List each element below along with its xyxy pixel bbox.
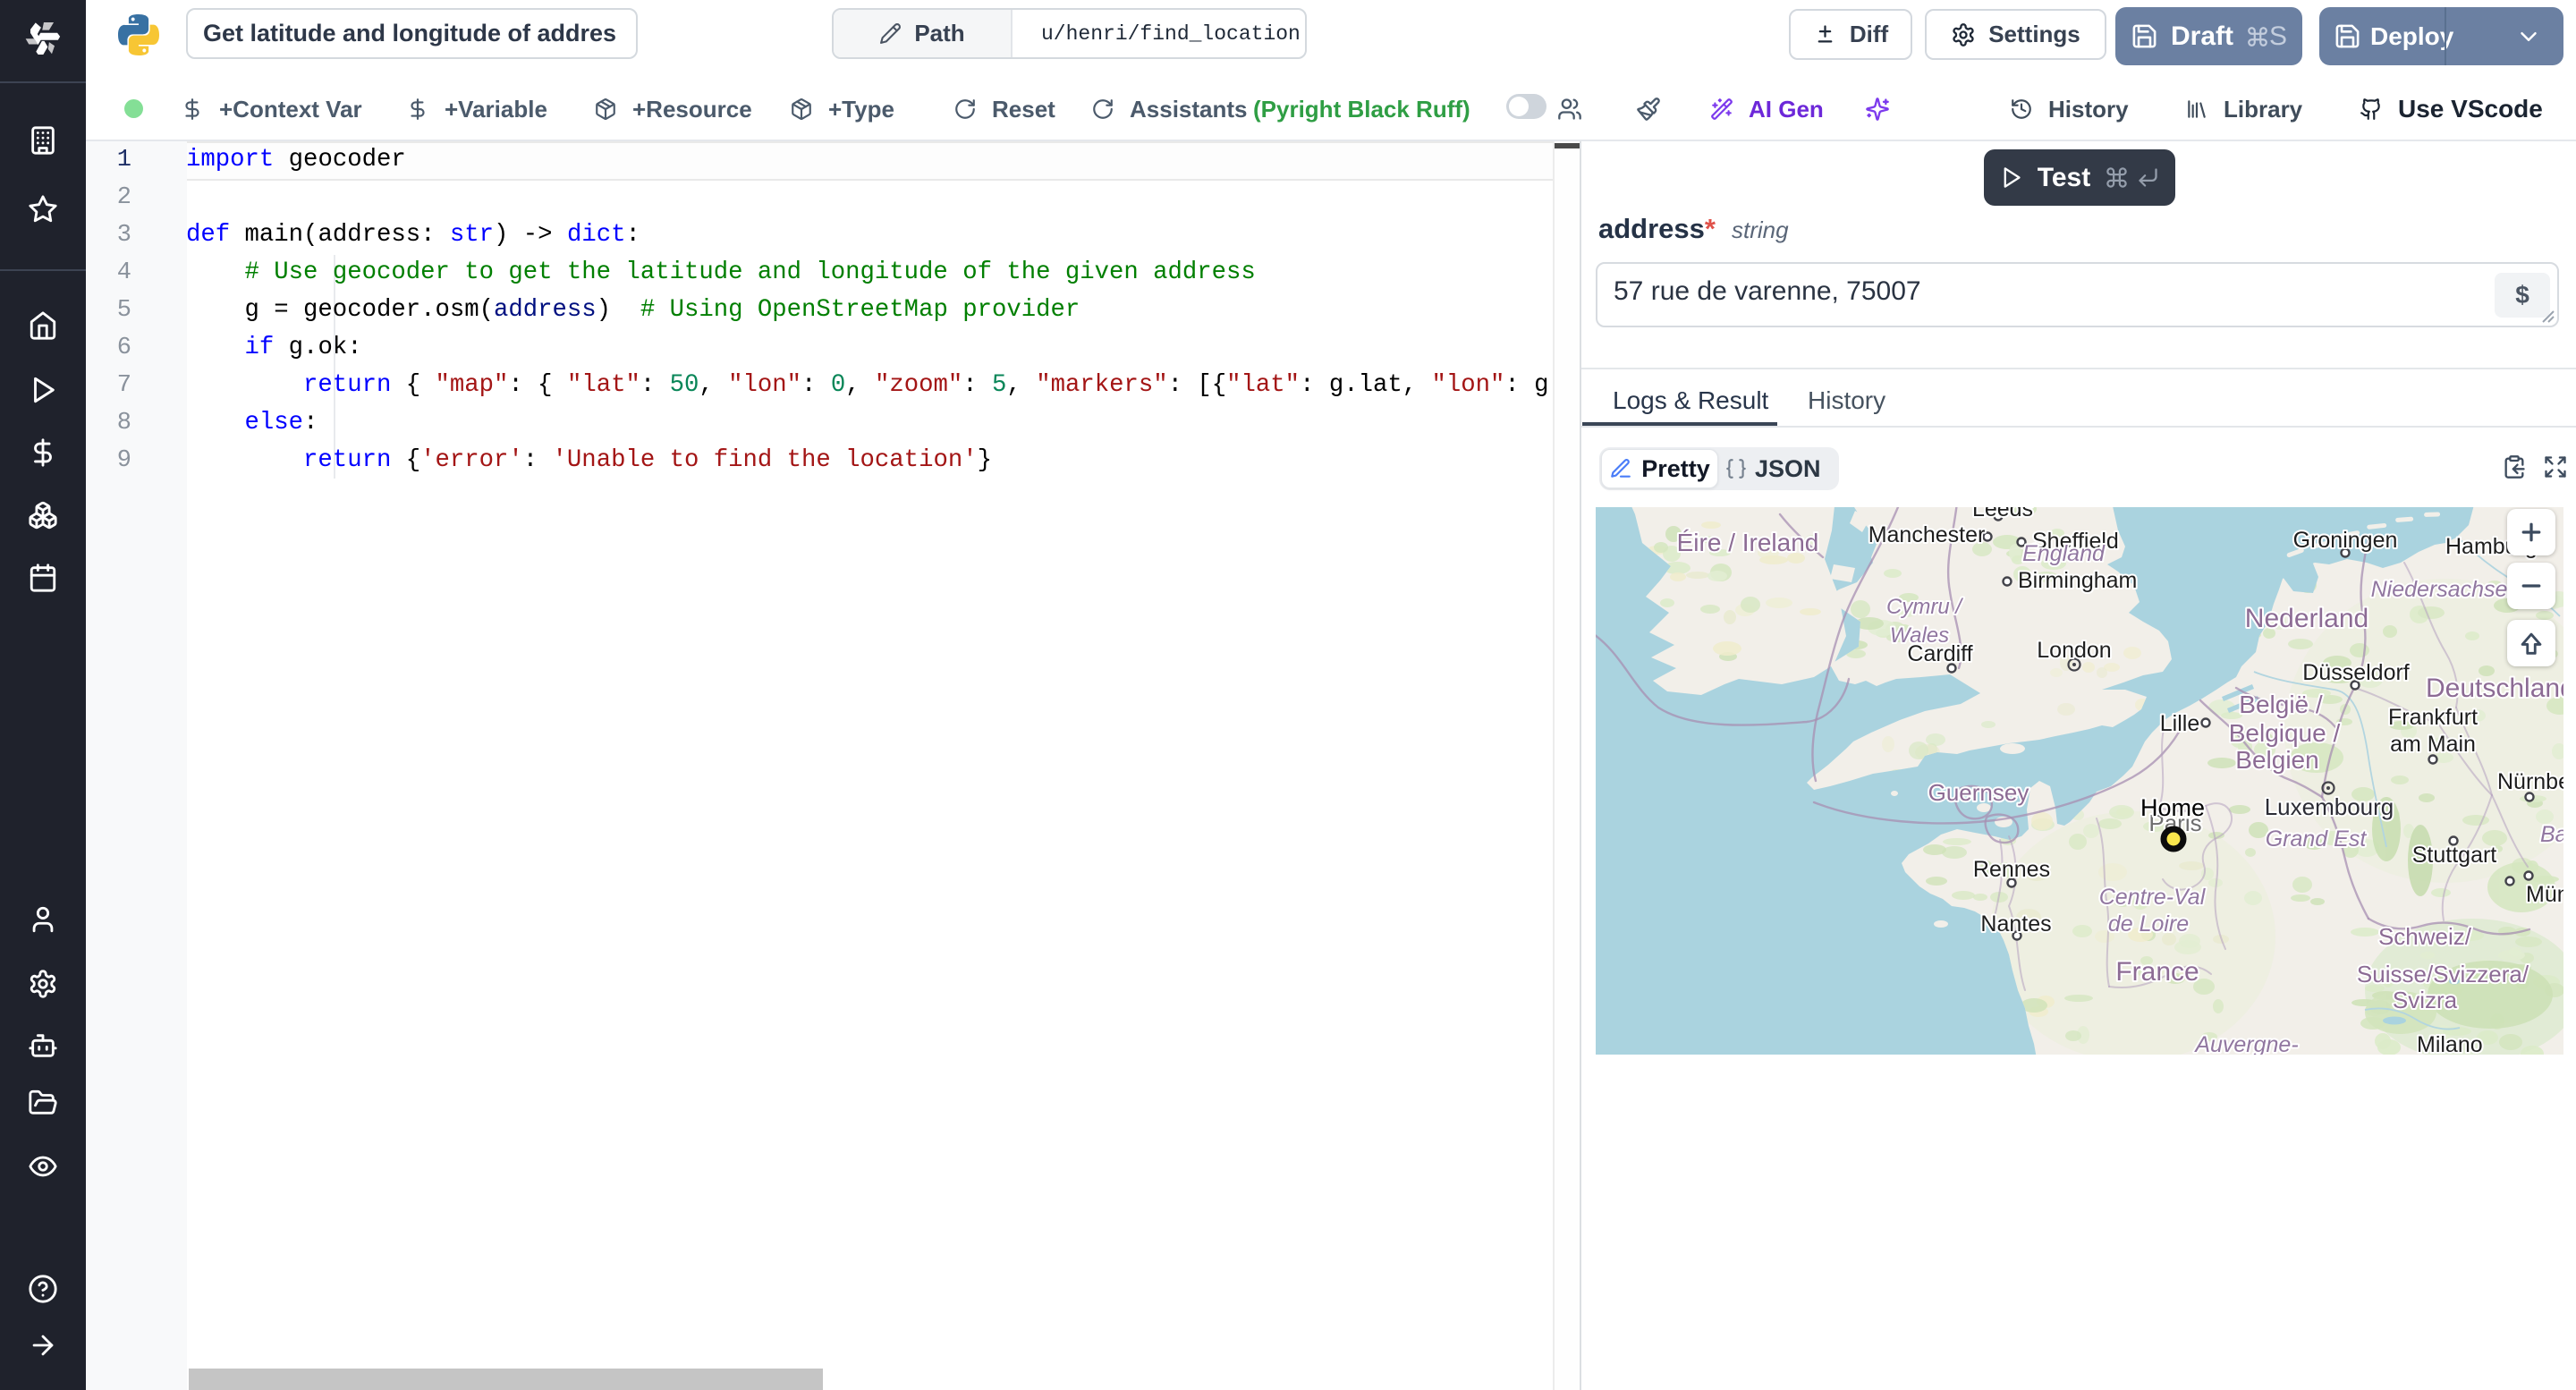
svg-text:Cardiff: Cardiff [1907, 641, 1972, 666]
svg-text:London: London [2037, 638, 2111, 663]
svg-text:Auvergne-: Auvergne- [2193, 1032, 2298, 1055]
svg-text:Niedersachsen: Niedersachsen [2371, 577, 2521, 602]
svg-text:am Main: am Main [2390, 732, 2476, 757]
svg-text:Nantes: Nantes [1980, 911, 2051, 937]
svg-text:Lille: Lille [2160, 711, 2199, 736]
svg-text:Deutschland: Deutschland [2426, 674, 2563, 703]
svg-text:de Loire: de Loire [2108, 911, 2189, 937]
svg-text:België /: België / [2239, 691, 2323, 718]
svg-text:Düsseldorf: Düsseldorf [2302, 660, 2410, 685]
svg-text:Belgien: Belgien [2235, 746, 2318, 774]
svg-text:France: France [2115, 957, 2199, 987]
svg-text:Home: Home [2140, 794, 2205, 821]
svg-text:München: München [2526, 882, 2563, 907]
svg-text:Milano: Milano [2417, 1032, 2483, 1055]
svg-text:Bayern: Bayern [2540, 822, 2563, 847]
svg-text:Guernsey: Guernsey [1928, 779, 2029, 806]
svg-text:Stuttgart: Stuttgart [2412, 843, 2497, 868]
svg-text:Grand Est: Grand Est [2266, 826, 2368, 852]
svg-text:Nürnberg: Nürnberg [2497, 769, 2563, 794]
svg-text:Birmingham: Birmingham [2018, 568, 2137, 593]
svg-text:Leeds: Leeds [1972, 507, 2033, 521]
svg-text:Belgique /: Belgique / [2229, 719, 2341, 747]
svg-text:Groningen: Groningen [2293, 528, 2398, 553]
svg-text:Luxembourg: Luxembourg [2265, 793, 2394, 820]
svg-text:Cymru /: Cymru / [1886, 595, 1963, 619]
svg-text:Nederland: Nederland [2245, 604, 2368, 633]
svg-text:Svizra: Svizra [2393, 987, 2458, 1013]
svg-text:Suisse/Svizzera/: Suisse/Svizzera/ [2357, 961, 2529, 987]
svg-text:Frankfurt: Frankfurt [2388, 705, 2478, 730]
svg-text:Manchester: Manchester [1868, 522, 1986, 547]
svg-text:Centre-Val: Centre-Val [2099, 885, 2207, 910]
svg-text:England: England [2022, 541, 2106, 566]
svg-text:Éire / Ireland: Éire / Ireland [1677, 529, 1819, 556]
svg-text:Schweiz/: Schweiz/ [2378, 923, 2472, 950]
svg-text:Rennes: Rennes [1973, 857, 2050, 882]
